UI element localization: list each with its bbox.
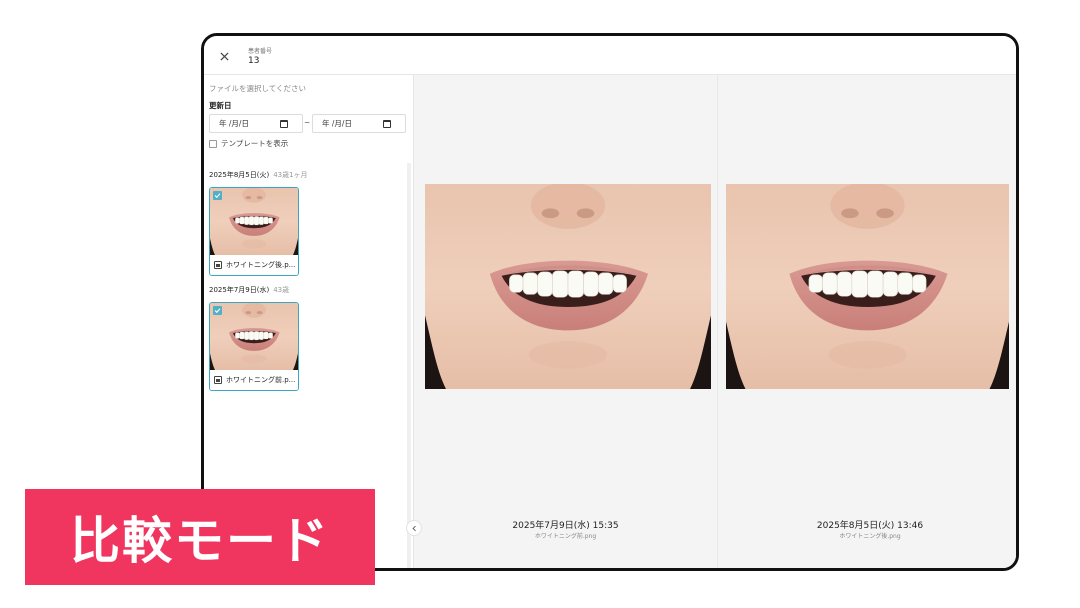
group-date: 2025年7月9日(水) [209, 286, 270, 294]
calendar-icon[interactable] [383, 120, 391, 128]
calendar-icon[interactable] [280, 120, 288, 128]
show-template-label: テンプレートを表示 [221, 139, 289, 148]
after-photo [726, 184, 1009, 389]
date-from-input[interactable]: 年 /月/日 [209, 114, 303, 133]
selected-check-icon[interactable] [213, 191, 222, 200]
group-date-header: 2025年8月5日(火) 43歳1ヶ月 [209, 170, 308, 180]
smile-photo-thumbnail [210, 303, 298, 370]
thumbnail-footer: ホワイトニング前.p... [210, 370, 298, 390]
date-to-placeholder: 年 /月/日 [322, 119, 352, 128]
image-file-icon [214, 261, 222, 269]
before-photo [425, 184, 711, 389]
smile-photo-thumbnail [210, 188, 298, 255]
image-file-icon [214, 376, 222, 384]
compare-mode-badge: 比較モード [25, 489, 375, 585]
date-from-placeholder: 年 /月/日 [219, 119, 249, 128]
after-timestamp: 2025年8月5日(火) 13:46 [816, 521, 924, 531]
checkbox-icon[interactable] [209, 139, 217, 148]
close-button[interactable] [216, 48, 232, 64]
updated-date-label: 更新日 [209, 101, 232, 110]
group-age: 43歳 [273, 286, 290, 294]
before-file-name: ホワイトニング前.png [534, 533, 597, 540]
group-date: 2025年8月5日(火) [209, 171, 270, 179]
thumbnail-card[interactable]: ホワイトニング後.p... [209, 187, 299, 276]
sidebar-scrollbar[interactable] [407, 163, 411, 568]
thumbnail-file-name: ホワイトニング後.p... [226, 261, 296, 269]
thumbnail-card[interactable]: ホワイトニング前.p... [209, 302, 299, 391]
comparison-view: 2025年7月9日(水) 15:35 ホワイトニング前.png 2025年8月5… [406, 75, 1016, 568]
before-timestamp: 2025年7月9日(水) 15:35 [512, 521, 619, 531]
comparison-divider [717, 75, 718, 568]
patient-number-label: 患者番号 [248, 48, 273, 55]
after-file-name: ホワイトニング後.png [839, 533, 901, 540]
after-caption: 2025年8月5日(火) 13:46 ホワイトニング後.png [718, 521, 1016, 541]
group-date-header: 2025年7月9日(水) 43歳 [209, 285, 289, 295]
select-file-hint: ファイルを選択してください [209, 84, 307, 93]
group-age: 43歳1ヶ月 [273, 171, 308, 179]
selected-check-icon[interactable] [213, 306, 222, 315]
close-icon [219, 51, 229, 61]
thumbnail-file-name: ホワイトニング前.p... [226, 376, 296, 384]
patient-number-value: 13 [248, 56, 260, 66]
before-caption: 2025年7月9日(水) 15:35 ホワイトニング前.png [414, 521, 717, 541]
date-range-separator: ~ [304, 118, 311, 127]
date-to-input[interactable]: 年 /月/日 [312, 114, 406, 133]
header: 患者番号 13 [204, 36, 1016, 75]
thumbnail-footer: ホワイトニング後.p... [210, 255, 298, 275]
show-template-toggle[interactable]: テンプレートを表示 [209, 138, 288, 149]
